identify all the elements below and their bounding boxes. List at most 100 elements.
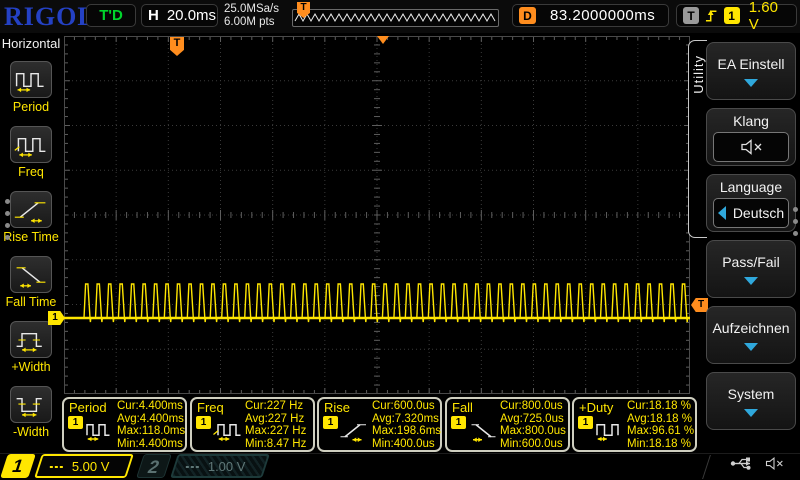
- trigger-badge: T 1 1.60 V: [676, 0, 797, 33]
- horizontal-timebase-badge[interactable]: H 20.0ms: [141, 4, 218, 27]
- oscilloscope-screen: RIGOL T'D H 20.0ms 25.0MSa/s 6.00M pts T…: [0, 0, 800, 480]
- plus-width-label: +Width: [11, 360, 51, 374]
- horizontal-reference-marker-icon: [377, 36, 389, 44]
- io-setup-label: EA Einstell: [717, 55, 785, 72]
- sample-rate: 25.0MSa/s: [224, 3, 279, 15]
- period-icon: [86, 424, 110, 442]
- language-value: Deutsch: [732, 204, 785, 221]
- plus-width-button[interactable]: [10, 321, 52, 358]
- avg-value: Avg:7.320ms: [372, 412, 439, 425]
- record-button[interactable]: Aufzeichnen: [706, 306, 796, 364]
- trigger-level-marker-icon: T: [691, 298, 708, 312]
- language-select[interactable]: Deutsch: [713, 197, 789, 228]
- measurement-name: +Duty: [579, 400, 614, 415]
- utility-menu-tab: Utility: [688, 40, 707, 238]
- delay-value: 83.2000000ms: [550, 7, 656, 24]
- chevron-down-icon: [744, 342, 758, 351]
- trigger-status-badge: T'D: [86, 4, 136, 27]
- speaker-muted-icon: [765, 456, 783, 471]
- right-menu-page-dots: [793, 200, 798, 243]
- minus-width-icon: [16, 397, 42, 417]
- max-value: Max:227 Hz: [245, 425, 307, 437]
- language-label: Language: [719, 178, 783, 195]
- io-setup-button[interactable]: EA Einstell: [706, 42, 796, 100]
- trigger-level-value: 1.60 V: [748, 0, 778, 33]
- measurement-name: Fall: [452, 400, 473, 415]
- menu-item-period[interactable]: Period: [0, 61, 62, 114]
- sound-button[interactable]: Klang: [706, 108, 796, 166]
- preview-waveform: [294, 12, 496, 23]
- freq-icon: [14, 137, 46, 157]
- fall-time-label: Fall Time: [5, 295, 57, 309]
- measurement-rise: Rise 1 Cur:600.0us Avg:7.320ms Max:198.6…: [317, 397, 442, 452]
- channel1-scale-badge[interactable]: 5.00 V: [34, 454, 134, 478]
- chevron-down-icon: [744, 408, 758, 417]
- left-menu-page-dots: [5, 192, 10, 247]
- source-badge: 1: [68, 416, 83, 429]
- period-button[interactable]: [10, 61, 52, 98]
- freq-button[interactable]: [10, 126, 52, 163]
- max-value: Max:96.61 %: [627, 425, 695, 437]
- horizontal-label: H: [148, 7, 159, 24]
- source-badge: 1: [323, 416, 338, 429]
- cur-value: Cur:18.18 %: [627, 400, 691, 412]
- acquisition-info: 25.0MSa/s 6.00M pts: [224, 3, 279, 29]
- freq-label: Freq: [18, 165, 44, 179]
- waveform-preview-bar: [292, 9, 499, 27]
- source-badge: 1: [451, 416, 466, 429]
- min-value: Min:8.47 Hz: [245, 437, 307, 450]
- sound-label: Klang: [733, 112, 769, 129]
- min-value: Min:400.0us: [372, 437, 435, 450]
- minus-width-button[interactable]: [10, 386, 52, 423]
- chevron-down-icon: [744, 276, 758, 285]
- top-status-bar: RIGOL T'D H 20.0ms 25.0MSa/s 6.00M pts T…: [0, 0, 800, 33]
- channel1-ground-marker-icon: 1: [48, 311, 65, 325]
- plus-duty-icon: [596, 424, 619, 442]
- measurement-name: Period: [69, 400, 107, 415]
- fall-time-button[interactable]: [10, 256, 52, 293]
- language-button[interactable]: Language Deutsch: [706, 174, 796, 232]
- system-status-icons: [730, 456, 784, 471]
- system-label: System: [727, 385, 775, 402]
- trigger-label: T: [683, 7, 700, 24]
- avg-value: Avg:18.18 %: [627, 412, 693, 425]
- utility-tab-label: Utility: [690, 55, 706, 94]
- sound-toggle[interactable]: [713, 131, 789, 162]
- chevron-down-icon: [744, 78, 758, 87]
- measurement-plus-duty: +Duty 1 Cur:18.18 % Avg:18.18 % Max:96.6…: [572, 397, 697, 452]
- avg-value: Avg:725.0us: [500, 412, 564, 425]
- pass-fail-label: Pass/Fail: [722, 253, 780, 270]
- max-value: Max:118.0ms: [117, 425, 186, 437]
- delay-label: D: [519, 7, 536, 24]
- menu-item-freq[interactable]: Freq: [0, 126, 62, 179]
- pass-fail-button[interactable]: Pass/Fail: [706, 240, 796, 298]
- rise-time-icon: [340, 424, 366, 442]
- cur-value: Cur:800.0us: [500, 400, 563, 412]
- period-icon: [15, 72, 44, 92]
- max-value: Max:800.0us: [500, 425, 566, 437]
- waveform-display-grid: [64, 36, 690, 394]
- channel1-scale: 5.00 V: [72, 458, 110, 474]
- source-badge: 1: [578, 416, 593, 429]
- usb-icon: [730, 457, 751, 470]
- minus-width-label: -Width: [12, 425, 50, 439]
- menu-item-fall-time[interactable]: Fall Time: [0, 256, 62, 309]
- dc-coupling-icon: [50, 465, 64, 467]
- system-button[interactable]: System: [706, 372, 796, 430]
- measurement-name: Rise: [324, 400, 351, 415]
- channel2-scale: 1.00 V: [208, 458, 246, 474]
- menu-item-minus-width[interactable]: -Width: [0, 386, 62, 439]
- dc-coupling-icon: [186, 465, 200, 467]
- channel2-scale-badge[interactable]: 1.00 V: [170, 454, 270, 478]
- avg-value: Avg:227 Hz: [245, 412, 305, 425]
- chevron-left-icon: [717, 205, 726, 220]
- freq-icon: [213, 424, 241, 442]
- memory-depth: 6.00M pts: [224, 16, 275, 28]
- trigger-source-badge: 1: [723, 7, 740, 24]
- rigol-logo: RIGOL: [4, 2, 96, 31]
- menu-item-plus-width[interactable]: +Width: [0, 321, 62, 374]
- period-label: Period: [12, 100, 50, 114]
- cur-value: Cur:600.0us: [372, 400, 435, 412]
- rise-time-button[interactable]: [10, 191, 52, 228]
- source-badge: 1: [196, 416, 211, 429]
